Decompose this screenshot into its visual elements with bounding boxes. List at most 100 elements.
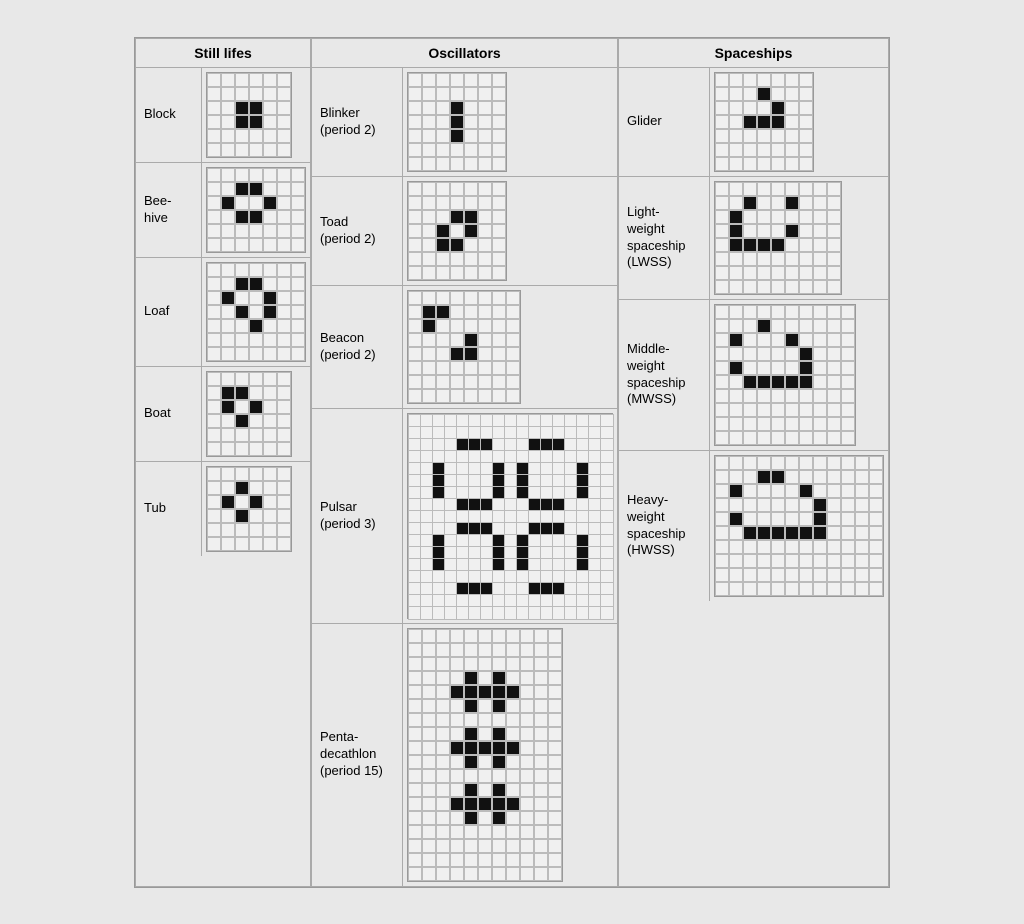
grid-cell [869,498,883,512]
grid-cell [492,783,506,797]
grid-cell [478,811,492,825]
grid-cell [534,783,548,797]
grid-cell [799,210,813,224]
grid-cell [548,783,562,797]
grid-cell [715,389,729,403]
grid-cell [813,456,827,470]
grid-cell [743,319,757,333]
grid-cell [450,347,464,361]
grid-cell [478,783,492,797]
grid-cell [408,305,422,319]
grid-cell [263,509,277,523]
grid-cell [506,755,520,769]
grid-cell [855,498,869,512]
grid-cell [422,182,436,196]
grid-cell [827,554,841,568]
grid-cell [492,727,506,741]
grid-cell [422,347,436,361]
grid-cell [464,755,478,769]
grid-cell [464,839,478,853]
grid-cell [520,811,534,825]
pattern-row: Penta- decathlon (period 15) [312,624,617,886]
grid-cell [235,73,249,87]
grid-cell [799,375,813,389]
grid-cell [771,210,785,224]
grid-cell [506,741,520,755]
grid-cell [478,73,492,87]
grid-cell [221,182,235,196]
grid-cell [771,417,785,431]
grid-cell [263,386,277,400]
grid-cell [422,238,436,252]
grid-cell [422,769,436,783]
grid-cell [799,582,813,596]
grid-cell [506,319,520,333]
grid-cell [841,582,855,596]
grid-cell [785,498,799,512]
grid-cell [277,87,291,101]
grid-cell [799,431,813,445]
grid-cell [221,523,235,537]
grid-cell [771,540,785,554]
grid-cell [813,319,827,333]
grid-cell [492,755,506,769]
grid-cell [757,417,771,431]
grid-cell [771,554,785,568]
grid-cell [799,498,813,512]
spaceships-header: Spaceships [619,39,888,68]
grid-cell [207,87,221,101]
grid-cell [263,523,277,537]
grid-cell [729,470,743,484]
grid-cell [464,853,478,867]
grid-cell [715,498,729,512]
grid-cell [813,280,827,294]
grid-cell [757,319,771,333]
grid-cell [799,252,813,266]
grid-cell [464,196,478,210]
grid-cell [408,811,422,825]
grid-cell [478,825,492,839]
grid-cell [408,101,422,115]
grid-cell [263,428,277,442]
grid-cell [841,554,855,568]
grid-cell [235,372,249,386]
grid-cell [408,713,422,727]
grid-cell [729,375,743,389]
grid-cell [855,540,869,554]
grid-cell [743,456,757,470]
grid-cell [743,431,757,445]
grid-cell [729,182,743,196]
grid-cell [785,456,799,470]
grid-cell [478,252,492,266]
grid-cell [478,629,492,643]
grid-cell [729,73,743,87]
grid-cell [534,671,548,685]
grid-cell [715,280,729,294]
grid-cell [492,375,506,389]
grid-cell [520,769,534,783]
grid-cell [520,755,534,769]
grid-cell [841,568,855,582]
grid-cell [827,403,841,417]
pattern-grid-container [402,409,617,623]
grid-cell [207,115,221,129]
grid-cell [548,867,562,881]
grid-cell [464,238,478,252]
grid-cell [729,456,743,470]
grid-cell [408,643,422,657]
grid-cell [534,699,548,713]
grid-cell [263,87,277,101]
grid-cell [827,224,841,238]
grid-cell [743,540,757,554]
grid-cell [450,157,464,171]
grid-cell [263,224,277,238]
grid-cell [464,825,478,839]
grid-cell [277,238,291,252]
grid-cell [785,431,799,445]
grid-cell [715,73,729,87]
grid-cell [422,224,436,238]
grid-cell [534,769,548,783]
grid-cell [506,389,520,403]
grid-cell [221,210,235,224]
grid-cell [729,266,743,280]
